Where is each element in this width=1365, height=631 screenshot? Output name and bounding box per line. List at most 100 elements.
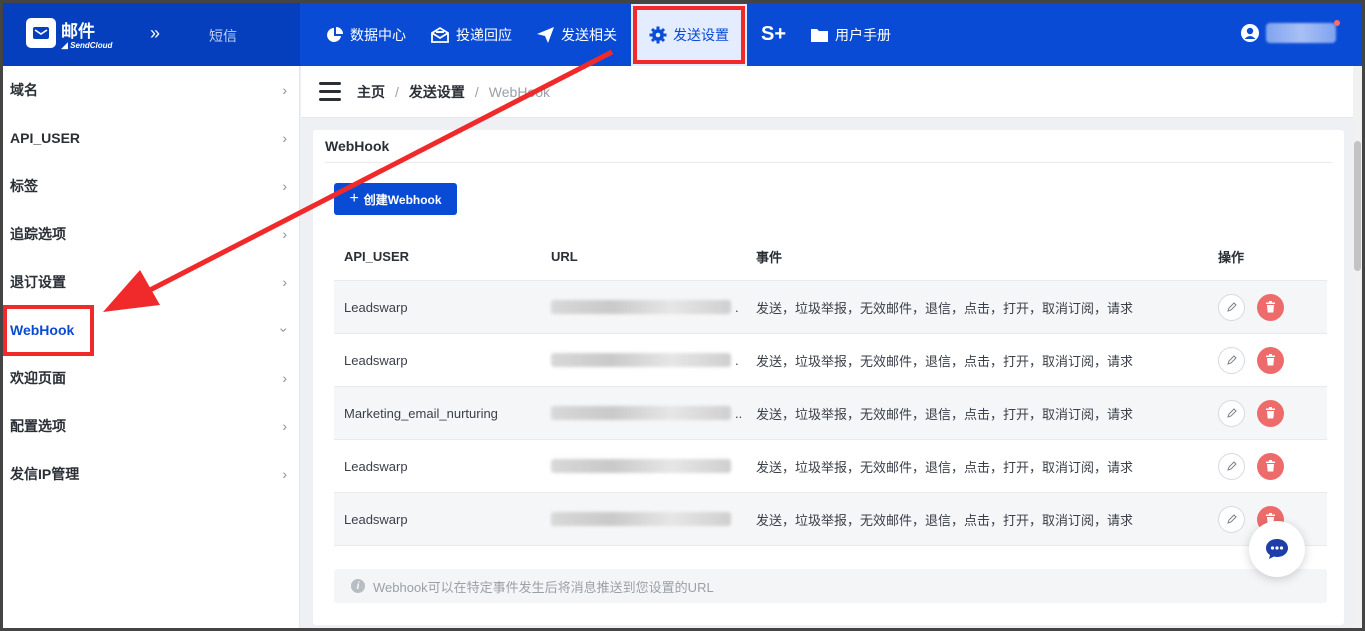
sidebar-item-label: 追踪选项 (10, 226, 66, 242)
cell-api-user: Leadswarp (344, 458, 408, 474)
trash-icon (1266, 460, 1275, 472)
sidebar: 域名 › API_USER › 标签 › 追踪选项 › 退订设置 › WebHook › 欢… (3, 66, 300, 628)
delete-button[interactable] (1257, 399, 1284, 427)
cell-actions (1208, 346, 1327, 374)
cell-api-user: Leadswarp (344, 511, 408, 527)
chevron-right-icon: › (282, 370, 287, 386)
webhook-table: API_USER URL 事件 操作 Leadswarp . 发送，垃圾举报，无… (334, 233, 1327, 546)
table-header: API_USER URL 事件 操作 (334, 233, 1327, 281)
brand-name: 邮件 (61, 22, 95, 41)
page-scrollbar[interactable] (1353, 66, 1362, 628)
table-row: Leadswarp . 发送，垃圾举报，无效邮件，退信，点击，打开，取消订阅，请… (334, 334, 1327, 387)
sidebar-item-api-user[interactable]: API_USER › (3, 114, 299, 162)
cell-url-redacted (541, 459, 746, 473)
envelope-open-icon (431, 26, 449, 43)
trash-icon (1266, 407, 1275, 419)
sidebar-item-webhook[interactable]: WebHook › (3, 304, 299, 356)
nav-item-sending[interactable]: 发送相关 (524, 3, 629, 66)
main-content: 主页 / 发送设置 / WebHook WebHook + 创建Webhook … (301, 66, 1353, 628)
edit-button[interactable] (1218, 452, 1245, 480)
pie-chart-icon (327, 26, 343, 42)
column-header-events: 事件 (756, 250, 783, 265)
delete-button[interactable] (1257, 346, 1284, 374)
trash-icon (1266, 301, 1275, 313)
expand-sidebar-icon[interactable]: » (150, 23, 160, 44)
cell-actions (1208, 452, 1327, 480)
edit-button[interactable] (1218, 346, 1245, 374)
table-row: Leadswarp 发送，垃圾举报，无效邮件，退信，点击，打开，取消订阅，请求 (334, 440, 1327, 493)
brand-area: 邮件 ◢ SendCloud » 短信 (3, 3, 300, 66)
plus-icon: + (349, 190, 359, 207)
nav-item-label: 用户手册 (835, 26, 892, 43)
sidebar-item-label: 配置选项 (10, 418, 66, 434)
chevron-right-icon: › (282, 418, 287, 434)
nav-item-s-plus[interactable]: S+ (749, 3, 798, 66)
column-header-url: URL (551, 249, 578, 264)
table-row: Leadswarp . 发送，垃圾举报，无效邮件，退信，点击，打开，取消订阅，请… (334, 281, 1327, 334)
top-nav: 数据中心 投递回应 发送相关 发送设置 S+ 用户手册 (314, 3, 903, 66)
delete-button[interactable] (1257, 452, 1284, 480)
delete-button[interactable] (1257, 293, 1284, 321)
cell-url-redacted (541, 512, 746, 526)
sidebar-item-label: 欢迎页面 (10, 370, 66, 386)
brand-subtitle: ◢ SendCloud (61, 40, 112, 51)
edit-button[interactable] (1218, 399, 1245, 427)
breadcrumb-separator: / (395, 83, 399, 100)
nav-item-label: S+ (761, 23, 787, 45)
mail-logo-icon (26, 18, 56, 48)
cell-actions (1208, 399, 1327, 427)
edit-button[interactable] (1218, 293, 1245, 321)
sms-switch-link[interactable]: 短信 (209, 26, 237, 46)
sidebar-item-label: 退订设置 (10, 274, 66, 290)
pencil-icon (1226, 461, 1237, 471)
scrollbar-thumb[interactable] (1354, 141, 1361, 271)
chevron-right-icon: › (282, 226, 287, 242)
breadcrumb-home[interactable]: 主页 (357, 82, 385, 102)
user-name-redacted (1266, 23, 1336, 43)
cell-events: 发送，垃圾举报，无效邮件，退信，点击，打开，取消订阅，请求 (756, 300, 1134, 316)
cell-events: 发送，垃圾举报，无效邮件，退信，点击，打开，取消订阅，请求 (756, 353, 1134, 369)
nav-item-data-center[interactable]: 数据中心 (314, 3, 418, 66)
nav-item-delivery-response[interactable]: 投递回应 (418, 3, 524, 66)
create-webhook-label: 创建Webhook (363, 192, 442, 207)
sidebar-item-tags[interactable]: 标签 › (3, 162, 299, 210)
trash-icon (1266, 354, 1275, 366)
sidebar-item-domain[interactable]: 域名 › (3, 66, 299, 114)
create-webhook-button[interactable]: + 创建Webhook (334, 183, 457, 215)
sidebar-item-tracking[interactable]: 追踪选项 › (3, 210, 299, 258)
card-title: WebHook (325, 130, 1332, 163)
chevron-right-icon: › (282, 178, 287, 194)
nav-item-user-manual[interactable]: 用户手册 (798, 3, 903, 66)
brand-sub-label: SendCloud (70, 41, 113, 50)
nav-item-label: 发送设置 (673, 26, 729, 43)
cell-url-redacted: .. (541, 406, 746, 421)
user-menu[interactable] (1240, 20, 1340, 43)
sidebar-item-label: 标签 (10, 178, 38, 194)
info-tip-text: Webhook可以在特定事件发生后将消息推送到您设置的URL (373, 579, 714, 595)
chevron-right-icon: › (282, 82, 287, 98)
breadcrumb-section[interactable]: 发送设置 (409, 82, 465, 102)
nav-item-label: 投递回应 (456, 26, 512, 43)
column-header-api-user: API_USER (344, 249, 410, 264)
sidebar-item-unsubscribe[interactable]: 退订设置 › (3, 258, 299, 306)
cell-api-user: Leadswarp (344, 352, 408, 368)
nav-item-label: 发送相关 (561, 26, 617, 43)
sidebar-item-ip-management[interactable]: 发信IP管理 › (3, 450, 299, 498)
chevron-right-icon: › (282, 466, 287, 482)
nav-item-send-settings[interactable]: 发送设置 (631, 3, 747, 66)
cell-events: 发送，垃圾举报，无效邮件，退信，点击，打开，取消订阅，请求 (756, 459, 1134, 475)
edit-button[interactable] (1218, 505, 1245, 533)
sidebar-item-config[interactable]: 配置选项 › (3, 402, 299, 450)
table-row: Marketing_email_nurturing .. 发送，垃圾举报，无效邮… (334, 387, 1327, 440)
sidebar-item-label: WebHook (3, 304, 95, 356)
chevron-right-icon: › (282, 274, 287, 290)
nav-item-label: 数据中心 (350, 26, 406, 43)
sidebar-item-welcome-page[interactable]: 欢迎页面 › (3, 354, 299, 402)
sidebar-item-label: 发信IP管理 (10, 466, 80, 482)
app-frame: 邮件 ◢ SendCloud » 短信 数据中心 投递回应 发送相关 发送设置 … (0, 0, 1365, 631)
sendcloud-mark-icon: ◢ (61, 40, 68, 50)
top-bar: 邮件 ◢ SendCloud » 短信 数据中心 投递回应 发送相关 发送设置 … (3, 3, 1362, 66)
chat-support-button[interactable] (1249, 521, 1305, 577)
menu-toggle-icon[interactable] (319, 82, 341, 101)
info-icon: i (351, 579, 365, 593)
